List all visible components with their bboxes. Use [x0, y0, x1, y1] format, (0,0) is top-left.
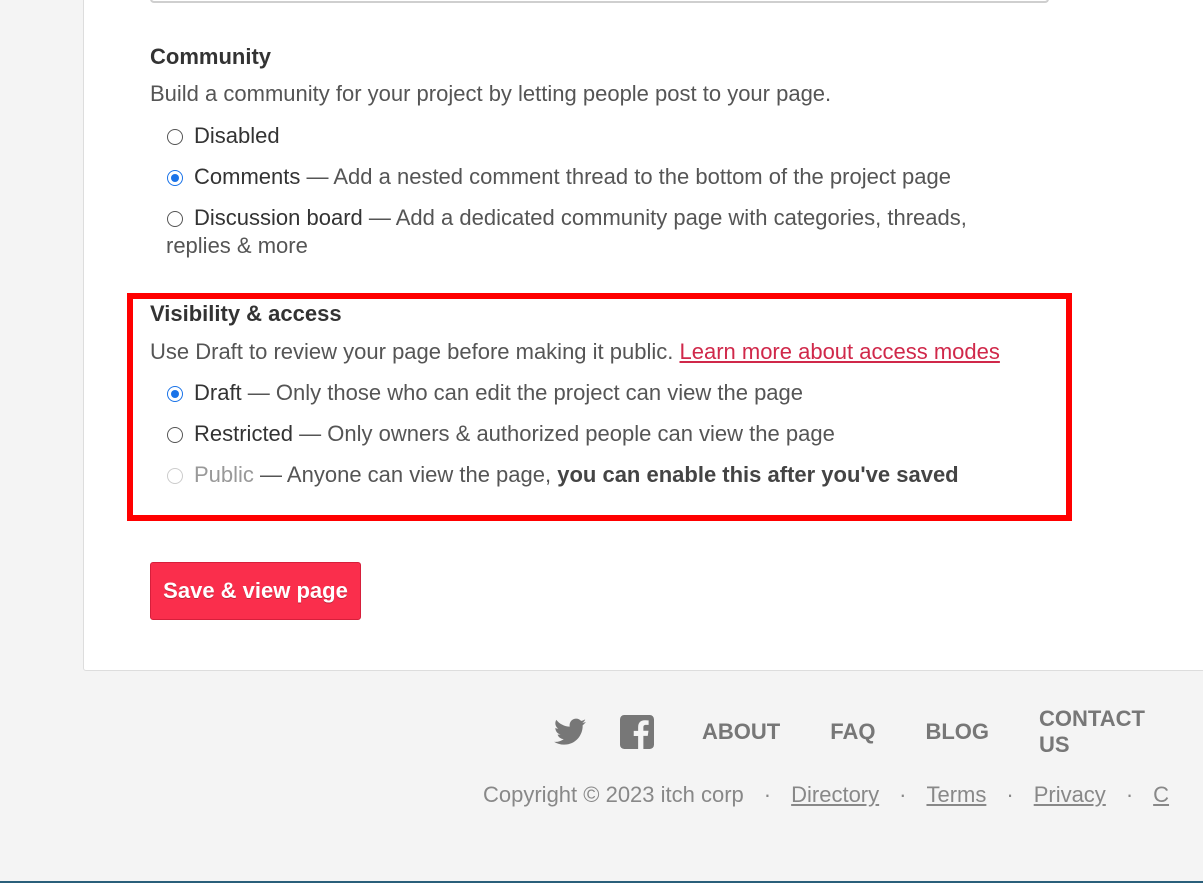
previous-input-field[interactable]	[150, 0, 1049, 3]
option-name: Disabled	[194, 123, 280, 148]
footer-copyright-line: Copyright © 2023 itch corp · Directory · Ter…	[483, 782, 1170, 807]
footer-link-contact[interactable]: CONTACT US	[1039, 706, 1153, 758]
community-option-disabled[interactable]: Disabled	[166, 122, 1006, 150]
footer-nav: ABOUT FAQ BLOG CONTACT US	[554, 706, 1203, 757]
twitter-icon[interactable]	[554, 718, 586, 746]
save-and-view-button[interactable]: Save & view page	[150, 562, 361, 620]
highlight-box	[127, 293, 1072, 521]
footer-link-cookies[interactable]: C	[1153, 782, 1169, 807]
footer-link-faq[interactable]: FAQ	[830, 719, 875, 745]
option-name: Comments	[194, 164, 301, 189]
community-option-discussion-board[interactable]: Discussion board — Add a dedicated commu…	[166, 204, 1006, 260]
community-description: Build a community for your project by le…	[150, 81, 832, 106]
footer-link-blog[interactable]: BLOG	[925, 719, 989, 745]
footer-link-terms[interactable]: Terms	[926, 782, 986, 807]
community-label: Community	[150, 44, 271, 69]
radio-button[interactable]	[167, 211, 183, 227]
footer-link-about[interactable]: ABOUT	[702, 719, 780, 745]
radio-button-checked[interactable]	[167, 170, 183, 186]
copyright-text: Copyright © 2023 itch corp	[483, 782, 744, 807]
option-name: Discussion board	[194, 205, 363, 230]
footer-link-directory[interactable]: Directory	[791, 782, 879, 807]
radio-button[interactable]	[167, 129, 183, 145]
footer-link-privacy[interactable]: Privacy	[1034, 782, 1106, 807]
option-detail: — Add a nested comment thread to the bot…	[300, 164, 951, 189]
community-option-comments[interactable]: Comments — Add a nested comment thread t…	[166, 163, 1006, 191]
facebook-icon[interactable]	[620, 715, 654, 749]
